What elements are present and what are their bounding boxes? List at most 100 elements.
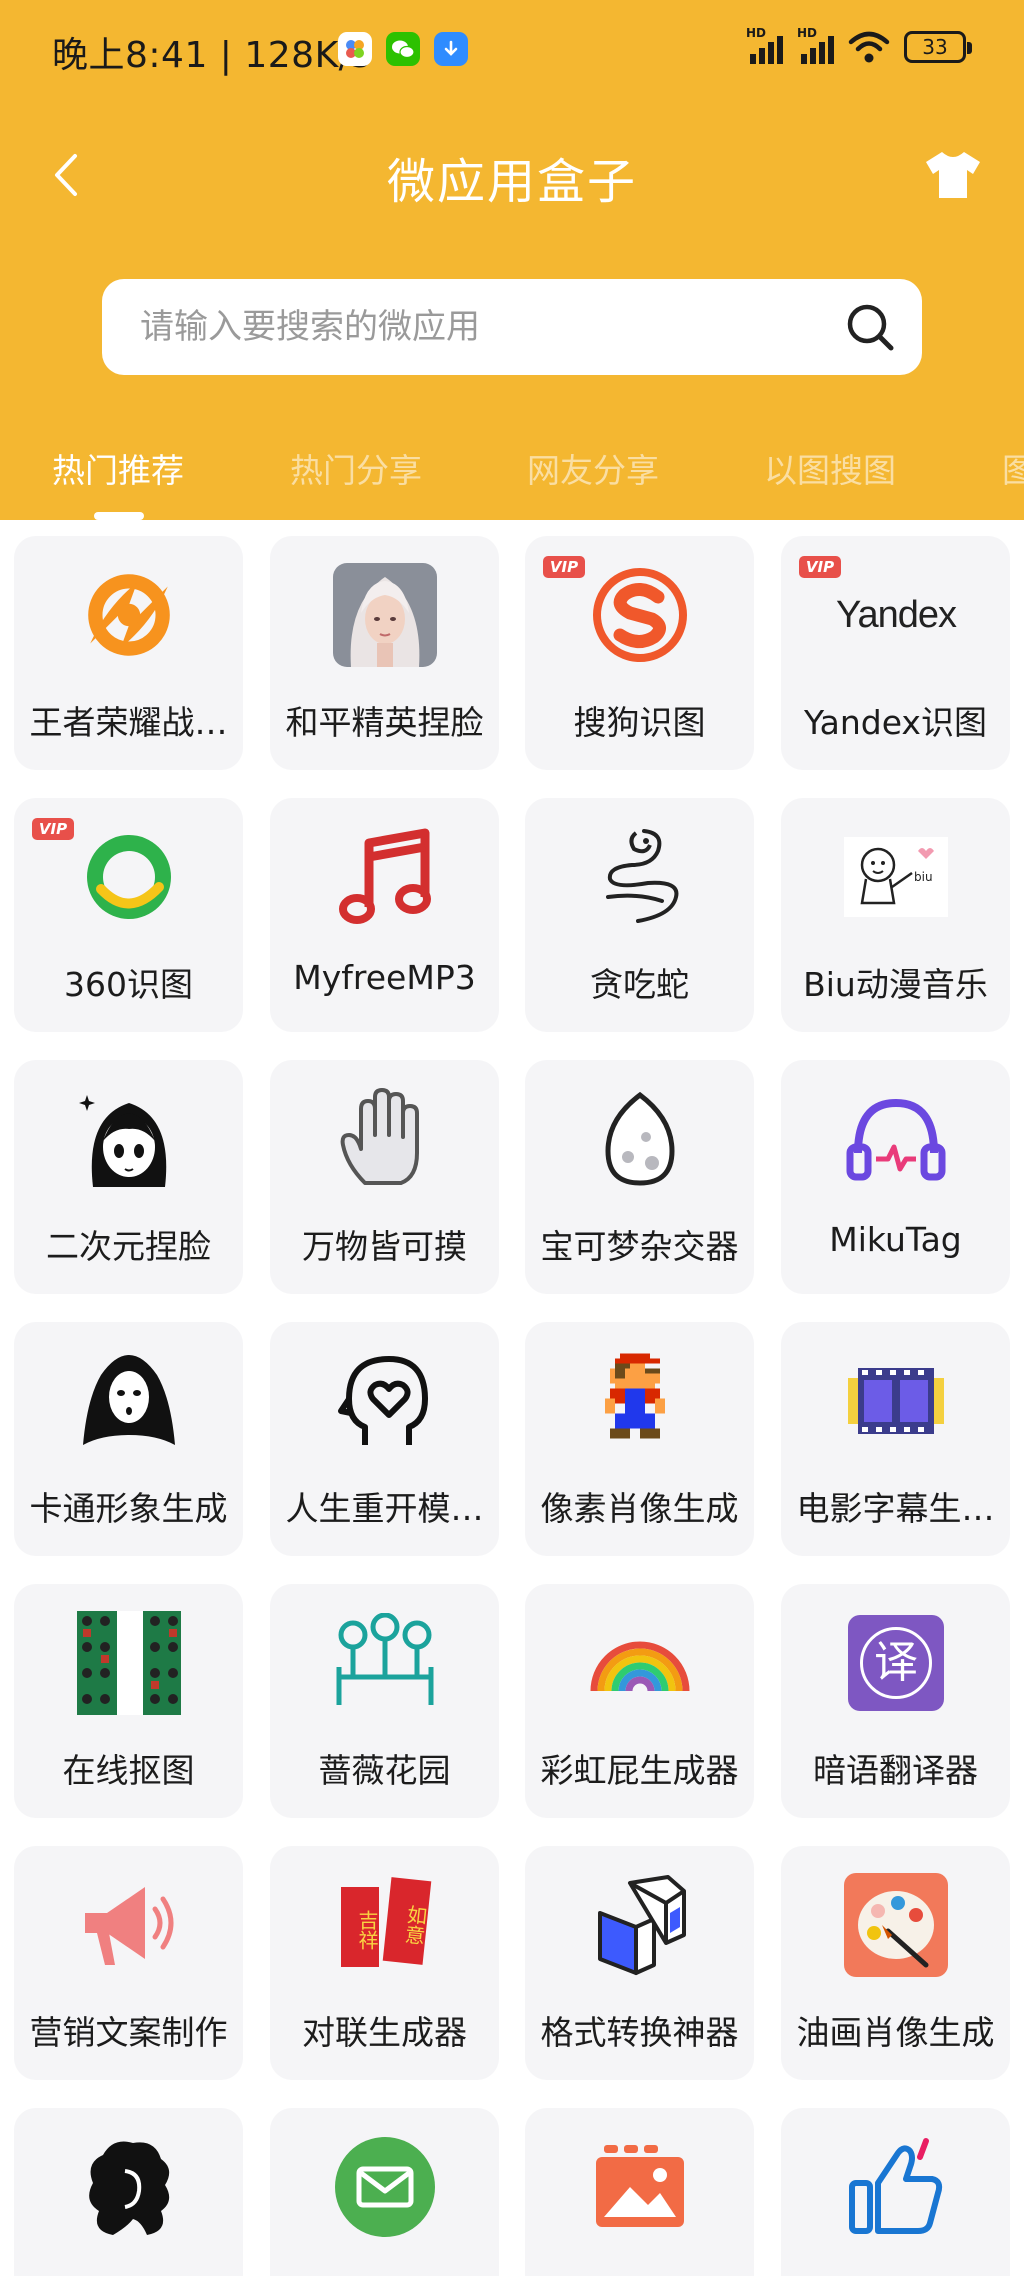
vip-badge: VIP <box>543 556 585 578</box>
app-card[interactable] <box>270 2108 499 2276</box>
signal-icon: HD <box>746 26 783 64</box>
status-app-icons <box>338 32 468 66</box>
app-label: 搜狗识图 <box>573 703 706 742</box>
film-strip-icon <box>843 1348 949 1454</box>
character-face-icon <box>332 562 438 668</box>
search-input[interactable] <box>140 279 820 375</box>
anime-girl-icon <box>76 1086 182 1192</box>
app-label: 营销文案制作 <box>29 2013 228 2052</box>
photo-grid-icon <box>76 1610 182 1716</box>
app-card[interactable]: 吉祥 如意 对联生成器 <box>270 1846 499 2080</box>
mail-icon <box>332 2134 438 2240</box>
search-icon[interactable] <box>844 301 896 353</box>
app-card[interactable]: 宝可梦杂交器 <box>525 1060 754 1294</box>
app-card[interactable]: 王者荣耀战… <box>14 536 243 770</box>
sogou-icon <box>587 562 693 668</box>
cartoon-biu-icon: biu <box>843 824 949 930</box>
palette-icon <box>843 1872 949 1978</box>
app-card[interactable]: biu Biu动漫音乐 <box>781 798 1010 1032</box>
app-card[interactable]: 在线抠图 <box>14 1584 243 1818</box>
app-header: 晚上8:41 | 128K/s HD HD 33 微应用盒子 请输入要搜索的微应… <box>0 0 1024 520</box>
app-card[interactable]: 二次元捏脸 <box>14 1060 243 1294</box>
couplet-left: 吉祥 <box>341 1887 379 1967</box>
tab-user-share[interactable]: 网友分享 <box>527 444 659 492</box>
head-heart-icon <box>332 1348 438 1454</box>
app-label: 宝可梦杂交器 <box>540 1227 739 1266</box>
tab-more[interactable]: 图 <box>1002 444 1024 492</box>
app-card[interactable] <box>525 2108 754 2276</box>
app-card[interactable]: MyfreeMP3 <box>270 798 499 1032</box>
status-indicators: HD HD 33 <box>746 26 972 64</box>
app-card[interactable]: 像素肖像生成 <box>525 1322 754 1556</box>
app-label: 对联生成器 <box>302 2013 467 2052</box>
active-tab-indicator <box>94 512 144 520</box>
app-label: 二次元捏脸 <box>46 1227 211 1266</box>
app-card[interactable]: 人生重开模… <box>270 1322 499 1556</box>
app-label: 像素肖像生成 <box>540 1489 739 1528</box>
tab-hot-recommend[interactable]: 热门推荐 <box>52 444 184 492</box>
app-label: 格式转换神器 <box>540 2013 739 2052</box>
format-convert-icon <box>587 1872 693 1978</box>
app-card[interactable]: VIP Yandex Yandex识图 <box>781 536 1010 770</box>
wifi-icon <box>848 31 890 63</box>
app-card[interactable]: 电影字幕生… <box>781 1322 1010 1556</box>
app-card[interactable]: 蔷薇花园 <box>270 1584 499 1818</box>
ring-360-icon <box>76 824 182 930</box>
theme-button[interactable] <box>918 142 988 208</box>
app-card[interactable]: 营销文案制作 <box>14 1846 243 2080</box>
translate-glyph: 译 <box>860 1627 932 1699</box>
app-card[interactable]: VIP 360识图 <box>14 798 243 1032</box>
download-icon <box>434 32 468 66</box>
ghost-mask-icon <box>76 1348 182 1454</box>
page-title: 微应用盒子 <box>386 154 637 210</box>
app-grid: 王者荣耀战… 和平精英捏脸 VIP 搜狗识图 VIP Yandex Yandex… <box>0 520 1024 2276</box>
signal-hd-label: HD <box>746 26 767 40</box>
app-card[interactable]: 贪吃蛇 <box>525 798 754 1032</box>
tab-bar: 热门推荐 热门分享 网友分享 以图搜图 图 <box>0 430 1024 520</box>
app-card[interactable]: 和平精英捏脸 <box>270 536 499 770</box>
thumbs-up-icon <box>843 2134 949 2240</box>
app-card[interactable]: 油画肖像生成 <box>781 1846 1010 2080</box>
app-card[interactable]: MikuTag <box>781 1060 1010 1294</box>
app-label: 卡通形象生成 <box>29 1489 228 1528</box>
status-time: 晚上8:41 | 128K/s <box>52 35 371 76</box>
yandex-logo-text: Yandex <box>835 593 957 636</box>
vip-badge: VIP <box>799 556 841 578</box>
app-label: 蔷薇花园 <box>318 1751 451 1790</box>
tshirt-icon <box>926 152 980 198</box>
app-label: 在线抠图 <box>62 1751 195 1790</box>
app-card[interactable]: 卡通形象生成 <box>14 1322 243 1556</box>
biu-text: biu <box>914 870 933 884</box>
tab-image-search[interactable]: 以图搜图 <box>764 444 896 492</box>
app-label: Biu动漫音乐 <box>803 965 988 1004</box>
app-card[interactable]: 彩虹屁生成器 <box>525 1584 754 1818</box>
app-card[interactable] <box>14 2108 243 2276</box>
garden-icon <box>332 1610 438 1716</box>
app-label: 万物皆可摸 <box>302 1227 467 1266</box>
image-icon <box>587 2134 693 2240</box>
wechat-icon <box>386 32 420 66</box>
app-card[interactable]: 万物皆可摸 <box>270 1060 499 1294</box>
app-label: MikuTag <box>829 1220 962 1259</box>
headphones-icon <box>843 1086 949 1192</box>
egg-icon <box>587 1086 693 1192</box>
snake-icon <box>587 824 693 930</box>
app-label: 360识图 <box>64 965 193 1004</box>
couplet-icon: 吉祥 如意 <box>332 1872 438 1978</box>
app-card[interactable]: 格式转换神器 <box>525 1846 754 2080</box>
battery-icon: 33 <box>904 31 972 63</box>
notification-app-icon <box>338 32 372 66</box>
app-card[interactable]: VIP 搜狗识图 <box>525 536 754 770</box>
app-label: 王者荣耀战… <box>29 703 228 742</box>
app-card[interactable] <box>781 2108 1010 2276</box>
app-label: 油画肖像生成 <box>796 2013 995 2052</box>
tab-hot-share[interactable]: 热门分享 <box>290 444 422 492</box>
hand-icon <box>332 1086 438 1192</box>
megaphone-icon <box>76 1872 182 1978</box>
app-label: 和平精英捏脸 <box>285 703 484 742</box>
app-label: 人生重开模… <box>285 1489 484 1528</box>
game-logo-icon <box>76 562 182 668</box>
yandex-icon: Yandex <box>836 562 957 668</box>
app-card[interactable]: 译 暗语翻译器 <box>781 1584 1010 1818</box>
couplet-right: 如意 <box>382 1877 432 1965</box>
